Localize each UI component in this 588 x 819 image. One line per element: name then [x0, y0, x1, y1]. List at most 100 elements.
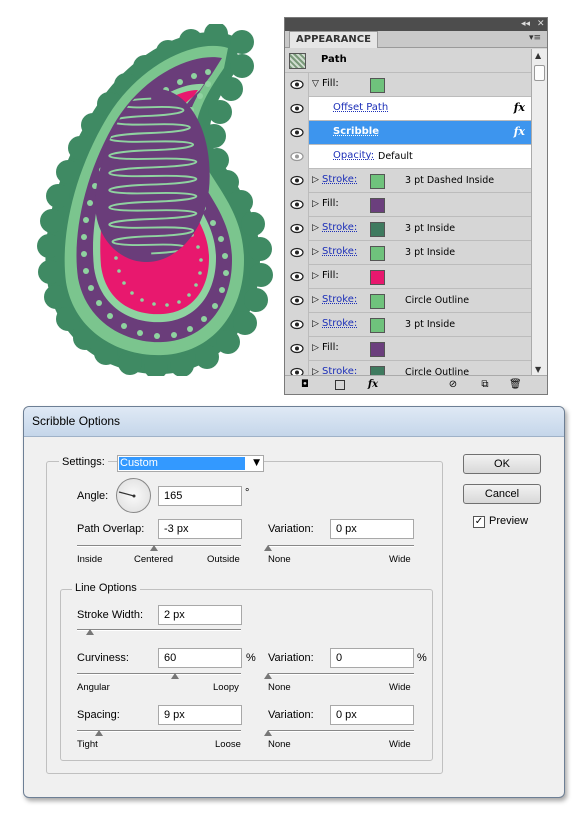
visibility-toggle[interactable]	[285, 361, 309, 376]
expand-right-icon[interactable]: ▷	[312, 175, 319, 185]
color-swatch[interactable]	[370, 270, 385, 285]
no-icon[interactable]: ⊘	[447, 379, 459, 391]
fx-menu-icon[interactable]: fx	[367, 379, 379, 391]
collapse-icon[interactable]: ◂◂	[521, 18, 530, 31]
expand-right-icon[interactable]: ▷	[312, 295, 319, 305]
scroll-up-icon[interactable]: ▲	[535, 51, 541, 60]
expand-right-icon[interactable]: ▷	[312, 247, 319, 257]
new-art-icon[interactable]: ◘	[299, 379, 311, 391]
appearance-row[interactable]: ▷ Stroke: 3 pt Inside	[285, 313, 531, 337]
expand-right-icon[interactable]: ▷	[312, 319, 319, 329]
appearance-row[interactable]: Offset Path fx	[285, 97, 531, 121]
settings-select[interactable]: Custom ▼	[117, 455, 264, 472]
visibility-toggle[interactable]	[285, 217, 309, 241]
tab-appearance[interactable]: APPEARANCE	[289, 31, 378, 48]
curviness-percent: %	[246, 652, 256, 664]
curviness-variation-input[interactable]: 0	[330, 648, 414, 668]
angle-dial[interactable]	[116, 478, 151, 513]
color-swatch[interactable]	[370, 174, 385, 189]
color-swatch[interactable]	[370, 294, 385, 309]
expand-right-icon[interactable]: ▷	[312, 223, 319, 233]
path-overlap-input[interactable]: -3 px	[158, 519, 242, 539]
spacing-input[interactable]: 9 px	[158, 705, 242, 725]
expand-right-icon[interactable]: ▷	[312, 271, 319, 281]
appearance-row[interactable]: ▷ Stroke: 3 pt Inside	[285, 241, 531, 265]
appearance-row[interactable]: ▷ Fill:	[285, 337, 531, 361]
appearance-row[interactable]: ▷ Fill:	[285, 265, 531, 289]
visibility-toggle[interactable]	[285, 97, 309, 121]
appearance-row[interactable]: ▷ Fill:	[285, 193, 531, 217]
row-label[interactable]: Stroke:	[322, 222, 357, 233]
visibility-toggle[interactable]	[285, 265, 309, 289]
panel-scrollbar[interactable]: ▲ ▼	[531, 49, 547, 376]
cancel-button[interactable]: Cancel	[463, 484, 541, 504]
spacing-variation-input[interactable]: 0 px	[330, 705, 414, 725]
visibility-toggle[interactable]	[285, 73, 309, 97]
color-swatch[interactable]	[370, 198, 385, 213]
row-label: Fill:	[322, 270, 339, 281]
curviness-variation-thumb[interactable]	[264, 673, 272, 679]
ok-button[interactable]: OK	[463, 454, 541, 474]
color-swatch[interactable]	[370, 342, 385, 357]
appearance-row[interactable]: ▷ Stroke: 3 pt Dashed Inside	[285, 169, 531, 193]
overlap-variation-slider[interactable]	[268, 545, 414, 547]
path-overlap-thumb[interactable]	[150, 545, 159, 551]
spacing-variation-thumb[interactable]	[264, 730, 272, 736]
overlap-variation-input[interactable]: 0 px	[330, 519, 414, 539]
color-swatch[interactable]	[370, 318, 385, 333]
appearance-row[interactable]: ▽ Fill:	[285, 73, 531, 97]
visibility-toggle[interactable]	[285, 169, 309, 193]
overlap-variation-thumb[interactable]	[264, 545, 272, 551]
fx-icon[interactable]: fx	[514, 125, 525, 138]
color-swatch[interactable]	[370, 222, 385, 237]
trash-icon[interactable]: 🗑	[509, 379, 522, 391]
fx-icon[interactable]: fx	[514, 101, 525, 114]
row-label[interactable]: Scribble	[333, 126, 379, 137]
visibility-toggle[interactable]	[285, 121, 309, 145]
expand-right-icon[interactable]: ▷	[312, 199, 319, 209]
angle-input[interactable]: 165	[158, 486, 242, 506]
spacing-thumb[interactable]	[95, 730, 103, 736]
row-label[interactable]: Opacity:	[333, 150, 374, 161]
appearance-row[interactable]: Opacity: Default	[285, 145, 531, 169]
visibility-toggle[interactable]	[285, 289, 309, 313]
row-label[interactable]: Stroke:	[322, 246, 357, 257]
row-label[interactable]: Offset Path	[333, 102, 388, 113]
preview-checkbox[interactable]: ✓	[473, 516, 485, 528]
appearance-row[interactable]: ▷ Stroke: Circle Outline	[285, 361, 531, 376]
eye-icon	[290, 127, 304, 138]
visibility-toggle[interactable]	[285, 145, 309, 169]
expand-down-icon[interactable]: ▽	[312, 79, 319, 89]
appearance-row[interactable]: ▷ Stroke: 3 pt Inside	[285, 217, 531, 241]
panel-menu-icon[interactable]: ▾≡	[529, 33, 541, 43]
appearance-row[interactable]: ▷ Stroke: Circle Outline	[285, 289, 531, 313]
curviness-thumb[interactable]	[171, 673, 179, 679]
curviness-variation-slider[interactable]	[268, 673, 414, 675]
stroke-width-slider[interactable]	[77, 629, 241, 631]
overlap-variation-label: Variation:	[268, 523, 314, 535]
visibility-toggle[interactable]	[285, 241, 309, 265]
curviness-input[interactable]: 60	[158, 648, 242, 668]
scroll-down-icon[interactable]: ▼	[535, 365, 541, 374]
color-swatch[interactable]	[370, 246, 385, 261]
curviness-slider[interactable]	[77, 673, 241, 675]
scroll-thumb[interactable]	[534, 65, 545, 81]
stroke-width-input[interactable]: 2 px	[158, 605, 242, 625]
close-icon[interactable]: ✕	[537, 18, 545, 31]
row-label[interactable]: Stroke:	[322, 294, 357, 305]
expand-right-icon[interactable]: ▷	[312, 343, 319, 353]
path-overlap-slider[interactable]	[77, 545, 241, 547]
visibility-toggle[interactable]	[285, 313, 309, 337]
row-label[interactable]: Stroke:	[322, 318, 357, 329]
row-label[interactable]: Stroke:	[322, 174, 357, 185]
visibility-toggle[interactable]	[285, 337, 309, 361]
clear-icon[interactable]	[335, 380, 345, 390]
duplicate-icon[interactable]: ⧉	[479, 379, 491, 391]
color-swatch[interactable]	[370, 78, 385, 93]
stroke-width-thumb[interactable]	[86, 629, 94, 635]
visibility-toggle[interactable]	[285, 193, 309, 217]
row-label: Fill:	[322, 78, 339, 89]
spacing-variation-slider[interactable]	[268, 730, 414, 732]
appearance-row[interactable]: Scribble fx	[285, 121, 531, 145]
angle-needle-icon	[118, 491, 136, 498]
